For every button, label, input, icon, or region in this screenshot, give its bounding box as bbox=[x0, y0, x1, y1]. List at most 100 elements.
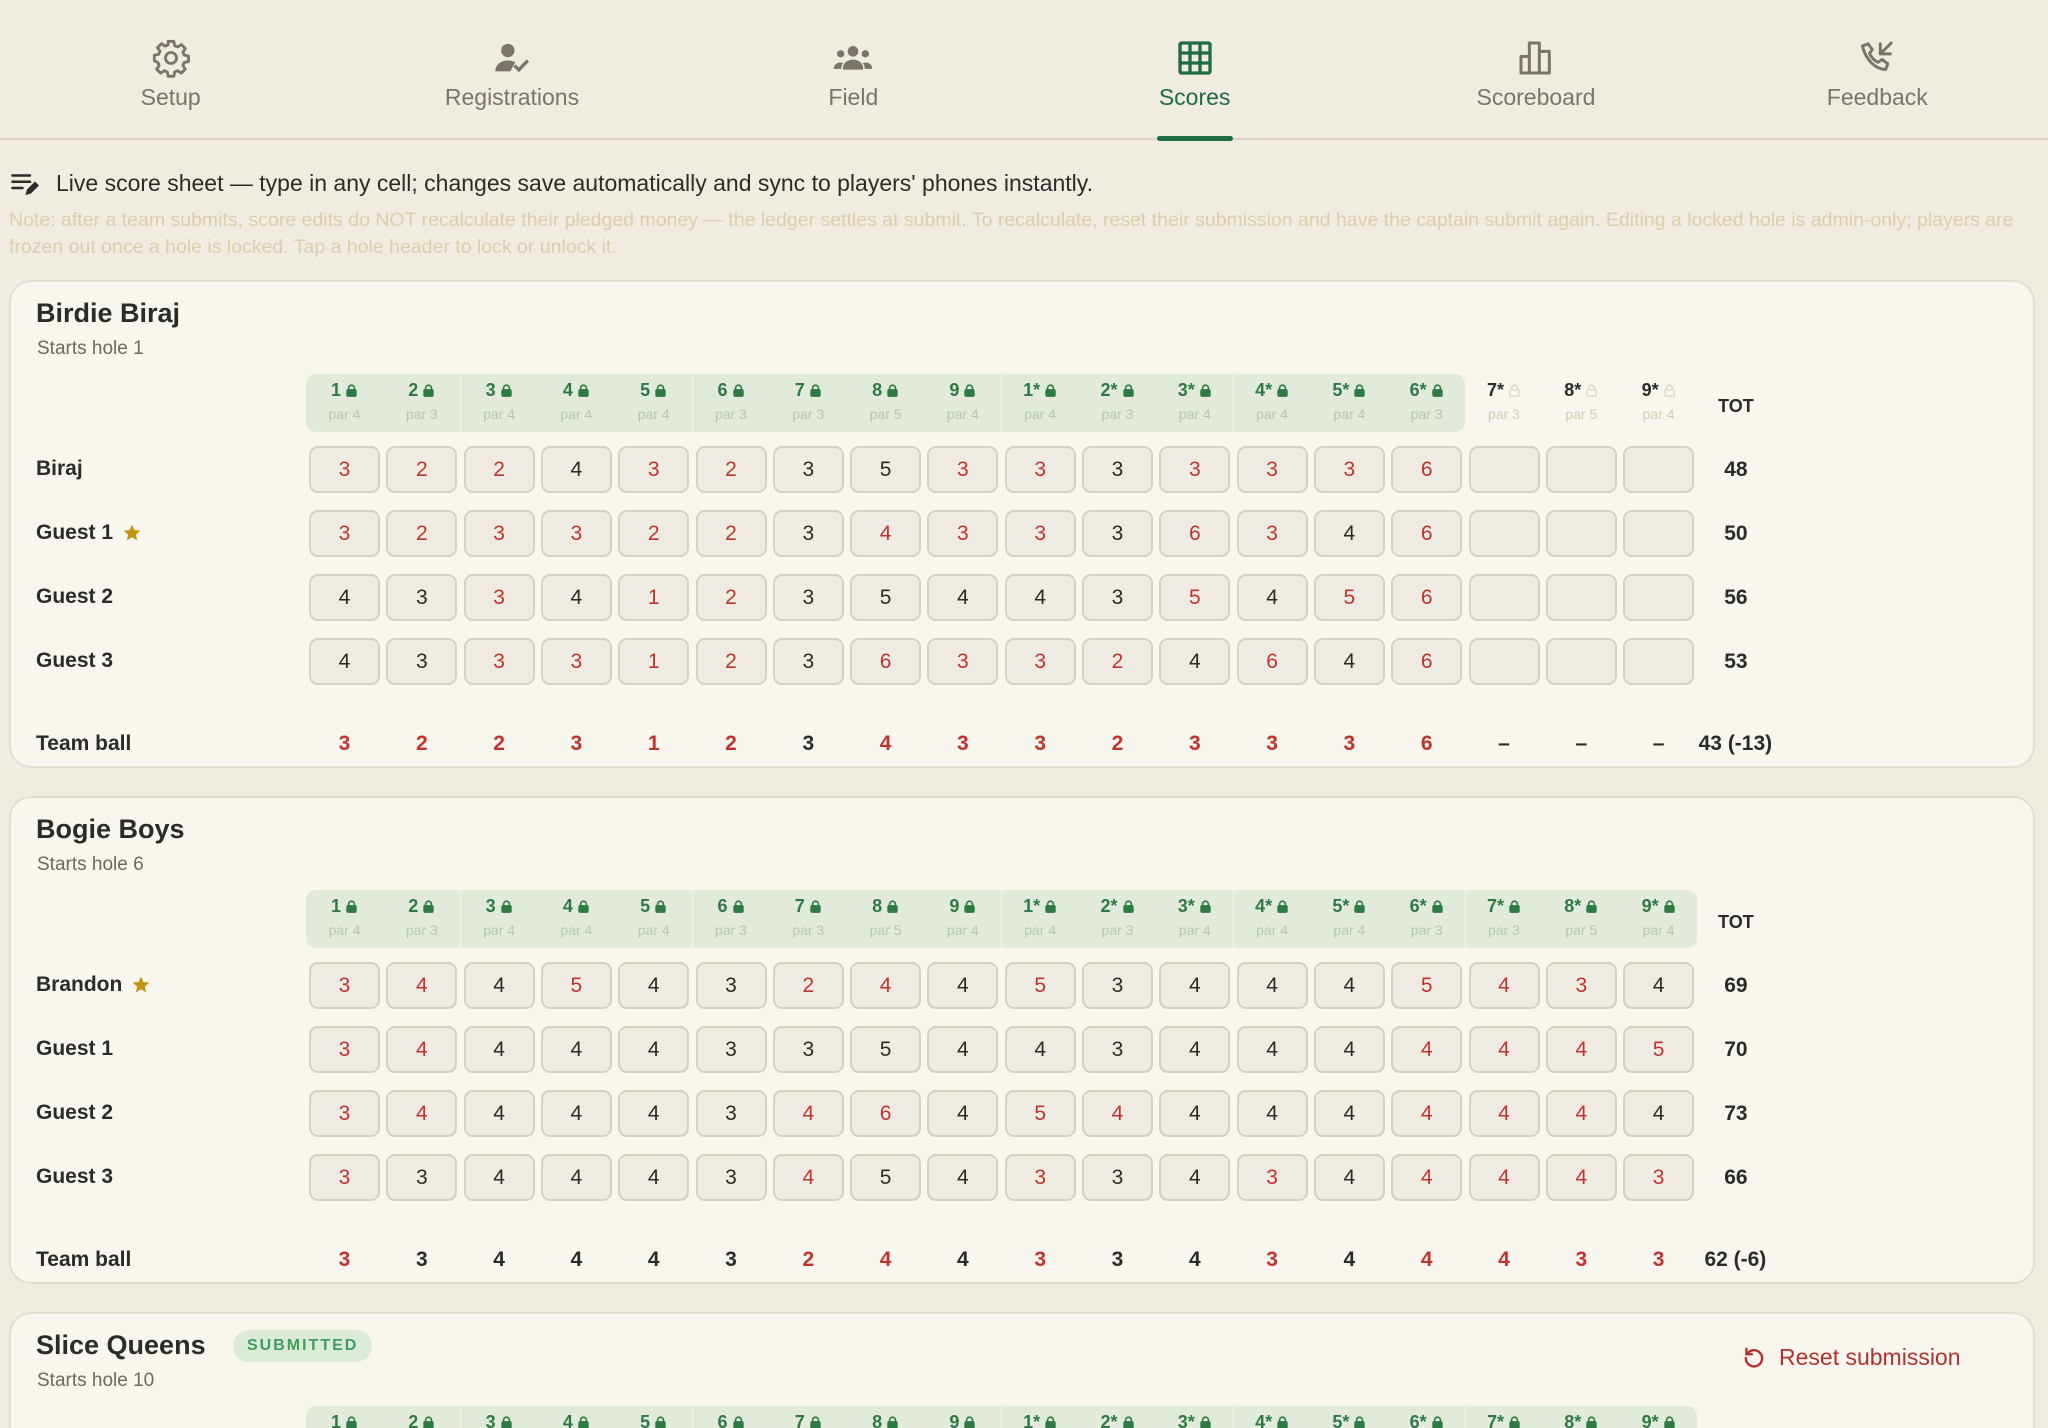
score-cell[interactable]: 4 bbox=[1313, 962, 1385, 1009]
score-cell[interactable]: 3 bbox=[309, 446, 380, 493]
hole-header-13[interactable]: 4* par 4 bbox=[1233, 374, 1311, 432]
score-cell[interactable]: 6 bbox=[1391, 638, 1463, 685]
score-cell[interactable]: 4 bbox=[1236, 1026, 1308, 1073]
hole-header-12[interactable]: 3*par 4 bbox=[1156, 1406, 1234, 1428]
hole-header-3[interactable]: 3par 4 bbox=[460, 1406, 538, 1428]
score-cell[interactable] bbox=[1468, 446, 1540, 493]
score-cell[interactable] bbox=[1545, 638, 1617, 685]
score-cell[interactable]: 4 bbox=[1236, 574, 1308, 621]
score-cell[interactable]: 3 bbox=[1082, 962, 1153, 1009]
score-cell[interactable]: 4 bbox=[1313, 638, 1385, 685]
score-cell[interactable]: 4 bbox=[1468, 962, 1540, 1009]
score-cell[interactable]: 6 bbox=[850, 638, 922, 685]
hole-header-15[interactable]: 6* par 3 bbox=[1388, 890, 1466, 948]
score-cell[interactable]: 2 bbox=[618, 510, 690, 557]
tab-feedback[interactable]: Feedback bbox=[1707, 0, 2048, 138]
score-cell[interactable]: 4 bbox=[540, 1154, 612, 1201]
score-cell[interactable]: 2 bbox=[386, 446, 458, 493]
hole-header-2[interactable]: 2par 3 bbox=[383, 1406, 461, 1428]
score-cell[interactable]: 4 bbox=[1313, 510, 1385, 557]
score-cell[interactable]: 6 bbox=[850, 1090, 922, 1137]
score-cell[interactable]: 2 bbox=[695, 638, 767, 685]
score-cell[interactable]: 4 bbox=[927, 1090, 999, 1137]
hole-header-4[interactable]: 4 par 4 bbox=[537, 890, 615, 948]
score-cell[interactable]: 6 bbox=[1391, 574, 1463, 621]
tab-setup[interactable]: Setup bbox=[0, 0, 341, 138]
hole-header-5[interactable]: 5par 4 bbox=[615, 374, 693, 432]
score-cell[interactable]: 2 bbox=[695, 446, 767, 493]
score-cell[interactable]: 4 bbox=[618, 962, 690, 1009]
score-cell[interactable]: 3 bbox=[386, 1154, 458, 1201]
score-cell[interactable]: 4 bbox=[309, 574, 380, 621]
hole-header-6[interactable]: 6par 3 bbox=[692, 374, 770, 432]
score-cell[interactable] bbox=[1545, 510, 1617, 557]
hole-header-1[interactable]: 1 par 4 bbox=[306, 374, 383, 432]
score-cell[interactable]: 3 bbox=[463, 638, 535, 685]
hole-header-11[interactable]: 2* par 3 bbox=[1079, 890, 1156, 948]
score-cell[interactable]: 3 bbox=[386, 638, 458, 685]
hole-header-14[interactable]: 5* par 4 bbox=[1310, 890, 1388, 948]
hole-header-10[interactable]: 1*par 4 bbox=[1001, 374, 1079, 432]
score-cell[interactable]: 4 bbox=[1313, 1154, 1385, 1201]
score-cell[interactable]: 5 bbox=[850, 574, 922, 621]
reset-submission-button[interactable]: Reset submission bbox=[1741, 1344, 1961, 1371]
hole-header-18[interactable]: 9*par 4 bbox=[1620, 374, 1697, 432]
hole-header-5[interactable]: 5par 4 bbox=[615, 1406, 693, 1428]
score-cell[interactable]: 4 bbox=[1545, 1154, 1617, 1201]
score-cell[interactable]: 4 bbox=[1391, 1090, 1463, 1137]
score-cell[interactable]: 2 bbox=[1082, 638, 1153, 685]
score-cell[interactable]: 5 bbox=[850, 1026, 922, 1073]
score-cell[interactable]: 4 bbox=[540, 574, 612, 621]
score-cell[interactable]: 4 bbox=[850, 962, 922, 1009]
score-cell[interactable]: 3 bbox=[695, 1090, 767, 1137]
score-cell[interactable] bbox=[1623, 638, 1695, 685]
score-cell[interactable]: 4 bbox=[1545, 1026, 1617, 1073]
score-cell[interactable]: 3 bbox=[463, 510, 535, 557]
hole-header-9[interactable]: 9par 4 bbox=[924, 890, 1002, 948]
score-cell[interactable]: 4 bbox=[1159, 962, 1231, 1009]
score-cell[interactable]: 3 bbox=[927, 510, 999, 557]
score-cell[interactable]: 4 bbox=[1623, 1090, 1695, 1137]
hole-header-17[interactable]: 8* par 5 bbox=[1542, 890, 1620, 948]
hole-header-6[interactable]: 6par 3 bbox=[692, 1406, 770, 1428]
score-cell[interactable]: 4 bbox=[386, 1090, 458, 1137]
score-cell[interactable]: 4 bbox=[1468, 1026, 1540, 1073]
score-cell[interactable]: 4 bbox=[540, 446, 612, 493]
score-cell[interactable]: 4 bbox=[618, 1026, 690, 1073]
score-cell[interactable]: 2 bbox=[772, 962, 844, 1009]
score-cell[interactable]: 3 bbox=[772, 1026, 844, 1073]
score-cell[interactable]: 4 bbox=[772, 1154, 844, 1201]
hole-header-15[interactable]: 6* par 3 bbox=[1388, 374, 1466, 432]
score-cell[interactable]: 3 bbox=[1004, 1154, 1076, 1201]
score-cell[interactable]: 4 bbox=[1159, 638, 1231, 685]
score-cell[interactable]: 3 bbox=[1623, 1154, 1695, 1201]
hole-header-18[interactable]: 9*par 4 bbox=[1620, 890, 1698, 948]
score-cell[interactable]: 4 bbox=[309, 638, 380, 685]
score-cell[interactable] bbox=[1623, 446, 1695, 493]
score-cell[interactable]: 3 bbox=[1004, 510, 1076, 557]
hole-header-16[interactable]: 7*par 3 bbox=[1465, 1406, 1543, 1428]
score-cell[interactable]: 3 bbox=[695, 962, 767, 1009]
score-cell[interactable]: 4 bbox=[1545, 1090, 1617, 1137]
score-cell[interactable]: 3 bbox=[927, 446, 999, 493]
score-cell[interactable]: 2 bbox=[463, 446, 535, 493]
score-cell[interactable]: 4 bbox=[386, 1026, 458, 1073]
hole-header-7[interactable]: 7par 3 bbox=[769, 374, 847, 432]
score-cell[interactable] bbox=[1468, 510, 1540, 557]
score-cell[interactable] bbox=[1623, 510, 1695, 557]
score-cell[interactable]: 4 bbox=[463, 1090, 535, 1137]
score-cell[interactable]: 3 bbox=[309, 962, 380, 1009]
score-cell[interactable]: 4 bbox=[1236, 962, 1308, 1009]
hole-header-9[interactable]: 9par 4 bbox=[924, 1406, 1002, 1428]
score-cell[interactable]: 4 bbox=[927, 962, 999, 1009]
hole-header-10[interactable]: 1*par 4 bbox=[1001, 1406, 1079, 1428]
score-cell[interactable]: 5 bbox=[850, 1154, 922, 1201]
score-cell[interactable] bbox=[1545, 574, 1617, 621]
score-cell[interactable]: 3 bbox=[1082, 510, 1153, 557]
hole-header-8[interactable]: 8par 5 bbox=[847, 1406, 925, 1428]
hole-header-18[interactable]: 9*par 4 bbox=[1620, 1406, 1698, 1428]
score-cell[interactable]: 3 bbox=[1236, 510, 1308, 557]
score-cell[interactable]: 4 bbox=[463, 962, 535, 1009]
hole-header-7[interactable]: 7par 3 bbox=[769, 1406, 847, 1428]
score-cell[interactable]: 4 bbox=[1391, 1026, 1463, 1073]
